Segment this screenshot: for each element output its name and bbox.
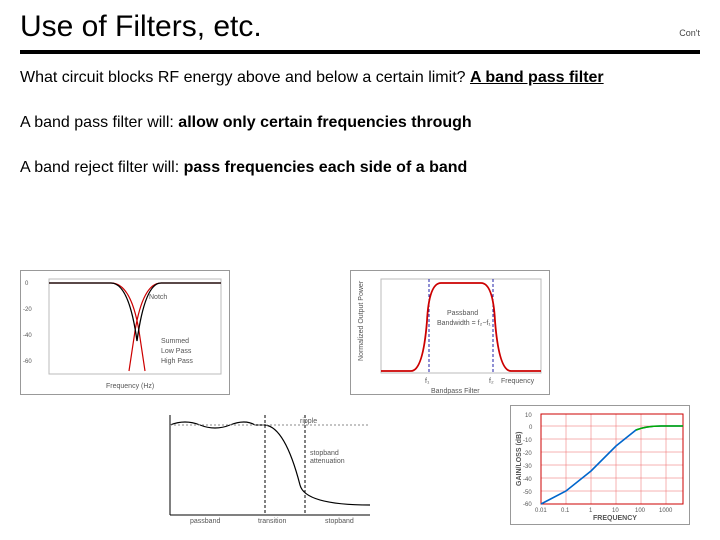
notch-label: Notch <box>149 294 167 301</box>
q3-text: A band reject filter will: <box>20 159 184 176</box>
legend-highpass: High Pass <box>161 358 193 365</box>
sb-passband: passband <box>190 518 220 525</box>
svg-text:-40: -40 <box>523 477 532 483</box>
svg-text:-50: -50 <box>523 490 532 496</box>
figure-notch: Notch Summed Low Pass High Pass Frequenc… <box>20 270 230 395</box>
svg-text:-10: -10 <box>523 438 532 444</box>
svg-text:-20: -20 <box>23 307 32 313</box>
line-1: What circuit blocks RF energy above and … <box>20 68 700 89</box>
q1-answer: A band pass filter <box>470 69 604 86</box>
svg-text:100: 100 <box>635 508 646 514</box>
figure-area: Notch Summed Low Pass High Pass Frequenc… <box>20 270 700 530</box>
legend-summed: Summed <box>161 338 189 345</box>
q2-text: A band pass filter will: <box>20 114 178 131</box>
svg-text:transition: transition <box>258 518 287 525</box>
svg-text:1: 1 <box>589 508 593 514</box>
svg-text:-60: -60 <box>23 359 32 365</box>
bp-xlabel: Frequency <box>501 378 535 385</box>
bp-f2: f₂ <box>489 378 494 385</box>
notch-xlabel: Frequency (Hz) <box>106 383 154 390</box>
svg-text:attenuation: attenuation <box>310 458 345 465</box>
svg-text:10: 10 <box>525 413 532 419</box>
gain-ylabel: GAIN/LOSS (dB) <box>516 432 523 486</box>
sb-stopatt: stopband <box>310 450 339 457</box>
line-2: A band pass filter will: allow only cert… <box>20 113 700 134</box>
q1-text: What circuit blocks RF energy above and … <box>20 69 470 86</box>
body-text: What circuit blocks RF energy above and … <box>20 68 700 178</box>
figure-gain: FREQUENCY GAIN/LOSS (dB) 0.01 0.1 1 10 1… <box>510 405 690 525</box>
title-rule <box>20 50 700 54</box>
line-3: A band reject filter will: pass frequenc… <box>20 158 700 179</box>
bp-passband: Passband <box>447 310 478 317</box>
svg-text:-30: -30 <box>523 464 532 470</box>
svg-text:-40: -40 <box>23 333 32 339</box>
figure-bandpass: Passband Bandwidth = f₂−f₁ f₁ f₂ Frequen… <box>350 270 550 395</box>
bp-bw: Bandwidth = f₂−f₁ <box>437 320 491 327</box>
notch-chart-icon: Notch Summed Low Pass High Pass Frequenc… <box>21 271 229 394</box>
sb-stopband: stopband <box>325 518 354 525</box>
sb-ripple: ripple <box>300 418 317 425</box>
bp-ylabel: Normalized Output Power <box>358 280 365 361</box>
title-bar: Use of Filters, etc. Con't <box>20 10 700 50</box>
q3-answer: pass frequencies each side of a band <box>184 159 468 176</box>
slide: Use of Filters, etc. Con't What circuit … <box>0 0 720 540</box>
svg-text:0.01: 0.01 <box>535 508 547 514</box>
svg-text:-60: -60 <box>523 502 532 508</box>
svg-text:0: 0 <box>529 425 533 431</box>
svg-text:10: 10 <box>612 508 619 514</box>
svg-text:1000: 1000 <box>659 508 673 514</box>
legend-lowpass: Low Pass <box>161 348 192 355</box>
gain-xlabel: FREQUENCY <box>593 515 637 522</box>
bandpass-chart-icon: Passband Bandwidth = f₂−f₁ f₁ f₂ Frequen… <box>351 271 549 394</box>
page-title: Use of Filters, etc. <box>20 10 262 44</box>
gain-chart-icon: FREQUENCY GAIN/LOSS (dB) 0.01 0.1 1 10 1… <box>511 406 689 524</box>
continued-label: Con't <box>679 28 700 38</box>
svg-text:0: 0 <box>25 281 29 287</box>
figure-stopband: ripple stopband attenuation passband sto… <box>150 405 380 525</box>
bp-f1: f₁ <box>425 378 430 385</box>
svg-text:0.1: 0.1 <box>561 508 570 514</box>
stopband-chart-icon: ripple stopband attenuation passband sto… <box>150 405 380 525</box>
bp-title: Bandpass Filter <box>431 388 480 394</box>
q2-answer: allow only certain frequencies through <box>178 114 471 131</box>
svg-text:-20: -20 <box>523 451 532 457</box>
